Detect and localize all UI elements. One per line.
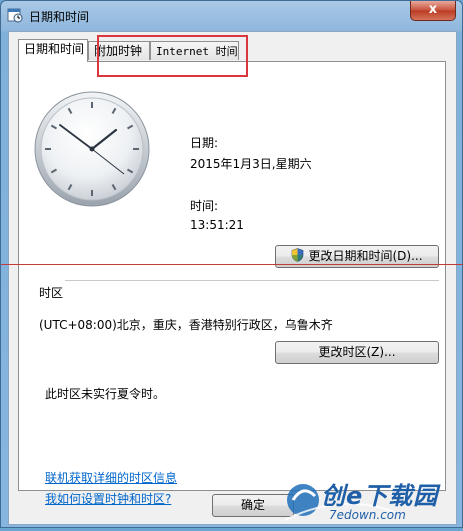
close-button[interactable]: x	[410, 1, 456, 21]
timezone-separator	[65, 280, 439, 281]
watermark-brand: 创e下载园	[321, 482, 439, 510]
change-timezone-button[interactable]: 更改时区(Z)...	[275, 341, 439, 364]
title-bar[interactable]: 日期和时间 x	[1, 1, 462, 31]
timezone-value: (UTC+08:00)北京，重庆，香港特别行政区，乌鲁木齐	[39, 318, 333, 332]
ok-button[interactable]: 确定	[212, 494, 294, 517]
how-to-set-clock-link[interactable]: 我如何设置时钟和时区?	[45, 490, 171, 507]
timezone-group-label: 时区	[39, 286, 64, 300]
tab-panel: 日期: 2015年1月3日,星期六 时间: 13:51:21 更改日期和时间(D…	[18, 61, 446, 506]
change-date-time-label: 更改日期和时间(D)...	[308, 249, 423, 263]
highlight-box	[97, 35, 248, 77]
time-label: 时间:	[190, 199, 219, 213]
calendar-clock-icon	[7, 8, 23, 23]
analog-clock	[34, 91, 150, 207]
watermark-domain: 7edown.com	[329, 508, 406, 522]
date-value: 2015年1月3日,星期六	[190, 157, 312, 171]
date-time-dialog: 日期和时间 x 日期和时间 附加时钟 Internet 时间 日期: 2015年…	[0, 0, 463, 528]
dst-note: 此时区未实行夏令时。	[45, 387, 166, 401]
online-timezone-info-link[interactable]: 联机获取详细的时区信息	[45, 469, 177, 486]
uac-shield-icon	[292, 248, 304, 262]
time-value: 13:51:21	[190, 218, 244, 232]
dialog-client-area: 日期和时间 附加时钟 Internet 时间 日期: 2015年1月3日,星期六…	[8, 31, 457, 525]
tab-date-and-time[interactable]: 日期和时间	[18, 39, 88, 62]
annotation-line	[1, 264, 463, 265]
watermark: 创e下载园 7edown.com	[284, 470, 463, 528]
date-label: 日期:	[190, 136, 219, 150]
window-title: 日期和时间	[29, 10, 90, 24]
